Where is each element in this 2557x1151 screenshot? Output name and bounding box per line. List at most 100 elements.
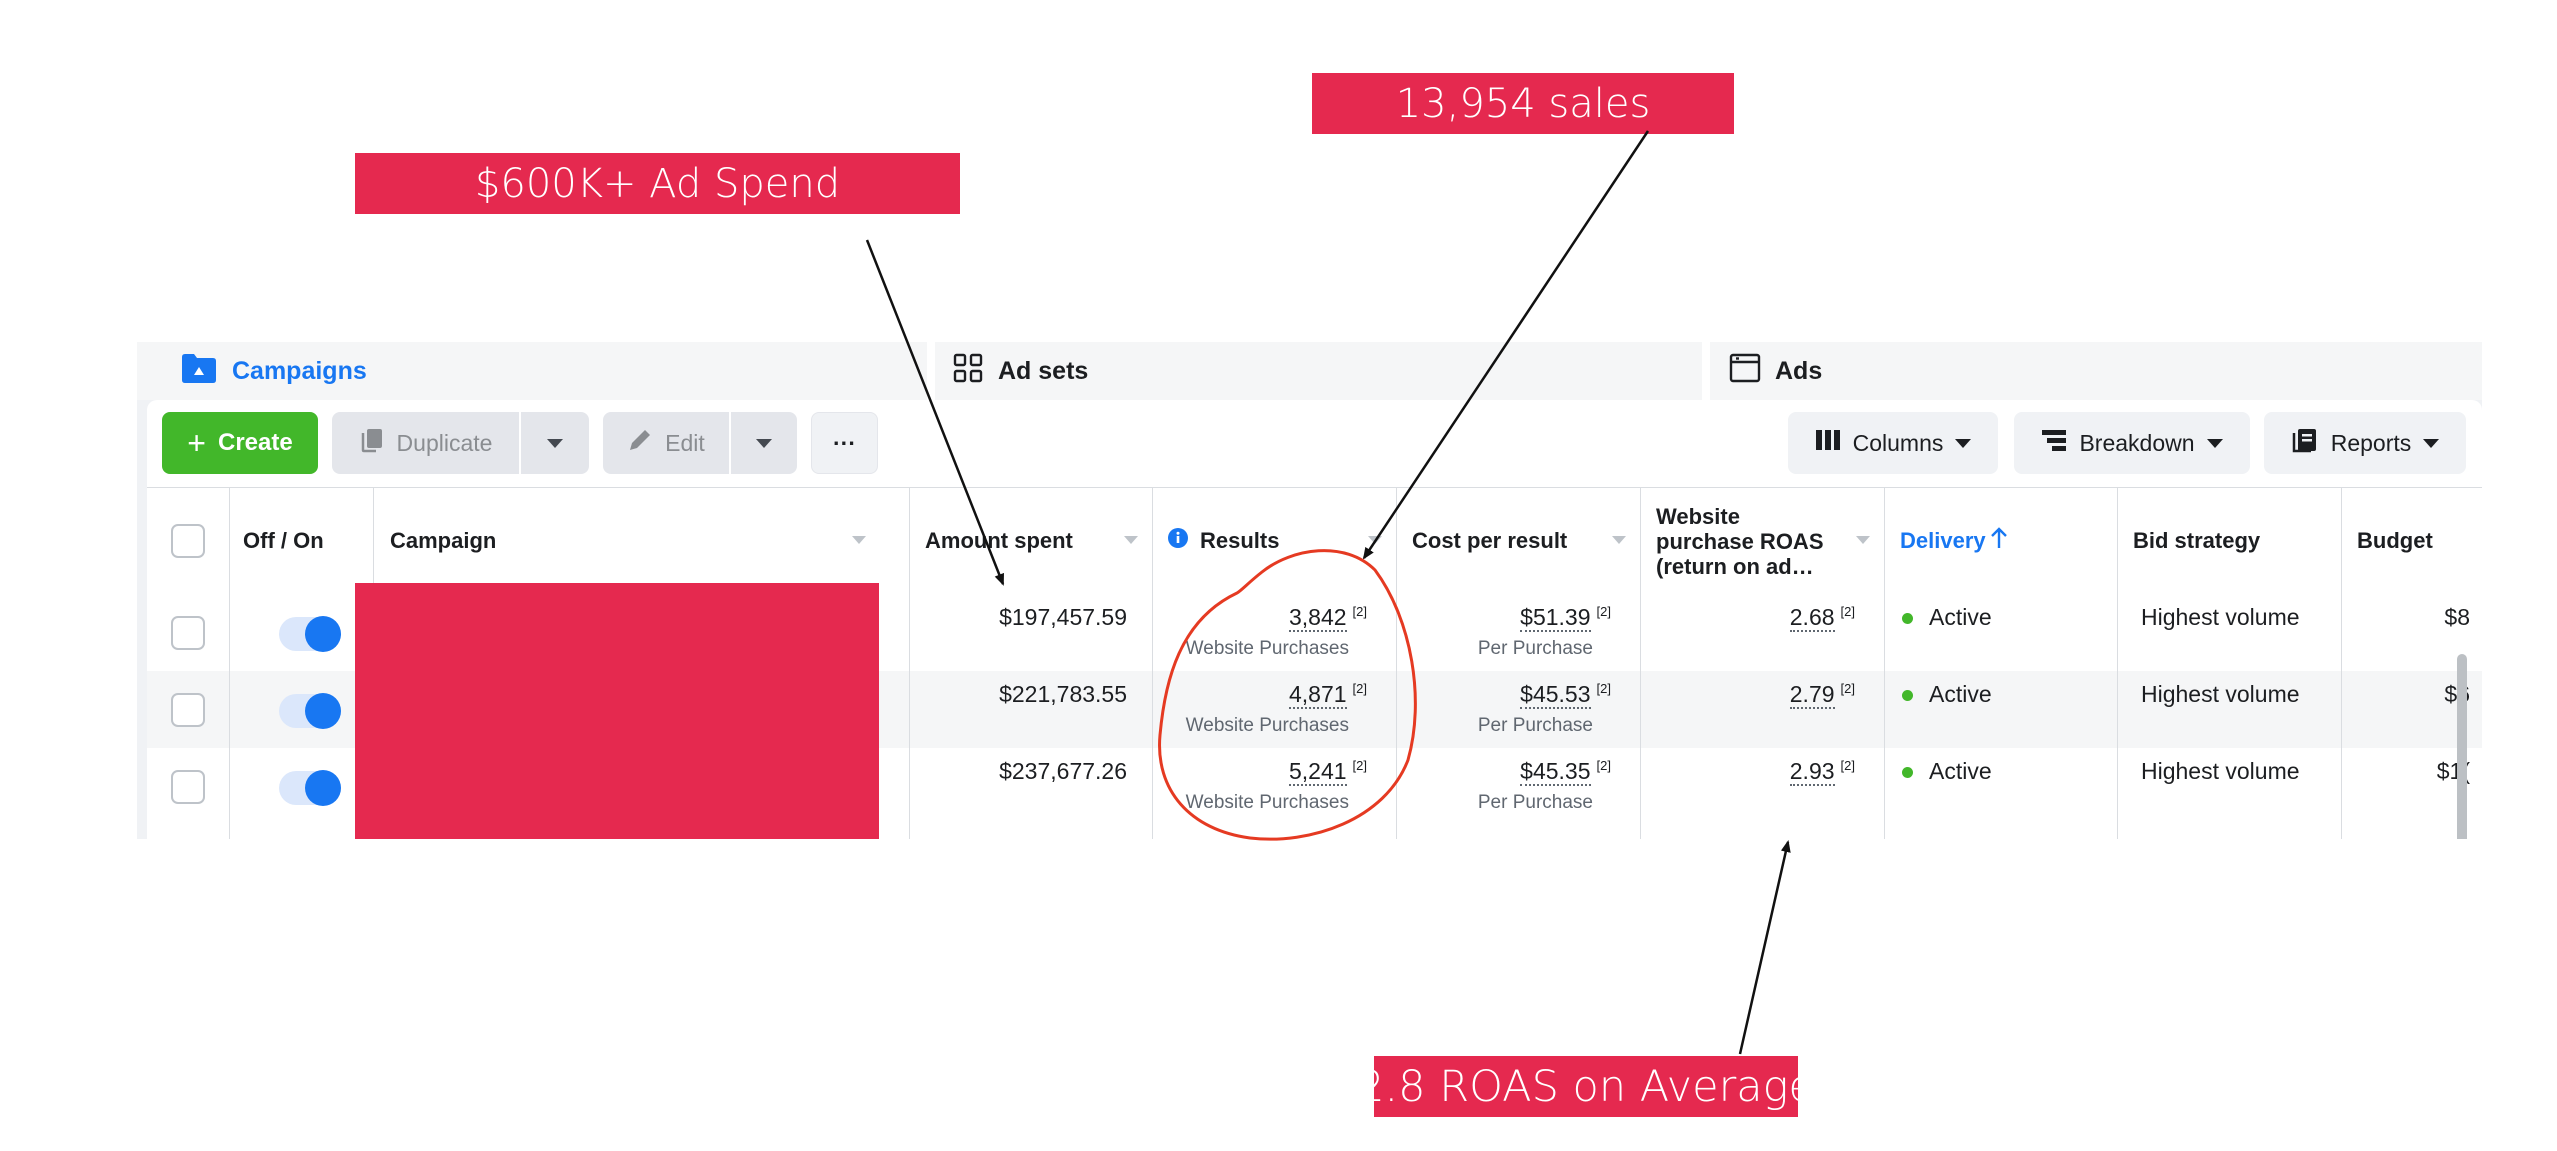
- ads-window-icon: [1729, 352, 1761, 391]
- results-value[interactable]: 4,871 [2]: [1288, 681, 1367, 709]
- tab-campaigns[interactable]: Campaigns: [180, 342, 367, 400]
- sort-icon: [1612, 536, 1626, 544]
- amount-spent-value: $221,783.55: [999, 681, 1127, 707]
- header-budget-label: Budget: [2357, 528, 2433, 553]
- active-status-dot: [1902, 767, 1913, 779]
- duplicate-button[interactable]: Duplicate: [332, 412, 519, 474]
- toggle-knob: [305, 693, 341, 729]
- active-status-dot: [1902, 690, 1913, 702]
- ad-sets-grid-icon: [952, 352, 984, 391]
- toggle-knob: [305, 770, 341, 806]
- header-bid-strategy[interactable]: Bid strategy: [2117, 488, 2341, 594]
- column-divider: [2341, 487, 2342, 839]
- cost-ref: [2]: [1596, 758, 1611, 774]
- reports-label: Reports: [2330, 429, 2412, 456]
- tab-ads[interactable]: Ads: [1729, 342, 1822, 400]
- header-roas-line: Website: [1656, 503, 1740, 529]
- header-budget[interactable]: Budget: [2341, 488, 2482, 594]
- results-value[interactable]: 5,241 [2]: [1288, 758, 1367, 786]
- cost-per-result-value[interactable]: $45.53 [2]: [1520, 681, 1611, 709]
- ad-spend-callout: $600K+ Ad Spend: [355, 153, 960, 214]
- header-campaign[interactable]: Campaign: [374, 488, 880, 594]
- sort-icon: [1856, 536, 1870, 544]
- chevron-down-icon: [547, 438, 563, 448]
- row-checkbox[interactable]: [171, 616, 205, 650]
- tab-divider: [1702, 342, 1710, 400]
- select-all-checkbox[interactable]: [171, 524, 205, 558]
- level-tabs: Campaigns Ad sets Ads: [137, 342, 2482, 400]
- edit-dropdown-button[interactable]: [731, 412, 797, 474]
- create-button[interactable]: + Create: [162, 412, 318, 474]
- results-ref: [2]: [1352, 604, 1367, 620]
- columns-button[interactable]: Columns: [1788, 412, 1998, 474]
- tab-ad-sets-label: Ad sets: [998, 356, 1089, 385]
- duplicate-dropdown-button[interactable]: [521, 412, 589, 474]
- edit-button[interactable]: Edit: [603, 412, 729, 474]
- header-website-purchase-roas[interactable]: Website purchase ROAS (return on ad…: [1640, 488, 1884, 594]
- roas-arrow: [1738, 840, 1791, 1055]
- header-cost-per-result[interactable]: Cost per result: [1396, 488, 1640, 594]
- more-icon: ···: [833, 429, 856, 456]
- delivery-status: Active: [1902, 604, 1992, 631]
- more-options-button[interactable]: ···: [811, 412, 878, 474]
- sort-icon: [1124, 536, 1138, 544]
- columns-icon: [1815, 428, 1841, 458]
- cost-per-result-value[interactable]: $45.35 [2]: [1520, 758, 1611, 786]
- cost-type: Per Purchase: [1477, 792, 1593, 813]
- reports-button[interactable]: Reports: [2264, 412, 2466, 474]
- header-bid-strategy-label: Bid strategy: [2133, 528, 2261, 553]
- roas-value[interactable]: 2.79 [2]: [1789, 681, 1855, 709]
- ads-manager-panel: Campaigns Ad sets Ads + Create Duplicate: [137, 342, 2482, 839]
- budget-value: $8: [2444, 604, 2470, 630]
- active-status-dot: [1902, 613, 1913, 625]
- sales-callout: 13,954 sales: [1312, 73, 1734, 134]
- results-value[interactable]: 3,842 [2]: [1288, 604, 1367, 632]
- cost-type: Per Purchase: [1477, 638, 1593, 659]
- roas-ref: [2]: [1840, 758, 1855, 774]
- cost-per-result-value[interactable]: $51.39 [2]: [1520, 604, 1611, 632]
- tabs-background: [137, 342, 2482, 400]
- column-divider: [1152, 487, 1153, 839]
- header-roas-line: (return on ad…: [1656, 553, 1814, 579]
- campaign-toggle[interactable]: [279, 616, 341, 652]
- edit-label: Edit: [665, 429, 705, 456]
- header-results-label: Results: [1200, 528, 1280, 553]
- tab-ad-sets[interactable]: Ad sets: [952, 342, 1088, 400]
- delivery-status: Active: [1902, 758, 1992, 785]
- roas-ref: [2]: [1840, 681, 1855, 697]
- table-header: Off / On Campaign Amount spent Results C…: [147, 487, 2482, 595]
- vertical-scrollbar[interactable]: [2457, 654, 2467, 839]
- header-delivery[interactable]: Delivery: [1884, 488, 2117, 594]
- amount-spent-value: $197,457.59: [999, 604, 1127, 630]
- cost-number: $51.39: [1520, 604, 1591, 632]
- info-icon: [1168, 528, 1188, 554]
- sort-ascending-icon: [1990, 527, 2008, 555]
- delivery-label: Active: [1929, 758, 1992, 784]
- cost-type: Per Purchase: [1477, 715, 1593, 736]
- duplicate-label: Duplicate: [396, 429, 493, 456]
- header-amount-spent[interactable]: Amount spent: [909, 488, 1152, 594]
- results-number: 4,871: [1288, 681, 1347, 709]
- results-type: Website Purchases: [1185, 638, 1349, 659]
- roas-number: 2.79: [1789, 681, 1835, 709]
- campaign-toggle[interactable]: [279, 693, 341, 729]
- cost-ref: [2]: [1596, 681, 1611, 697]
- row-checkbox[interactable]: [171, 693, 205, 727]
- roas-ref: [2]: [1840, 604, 1855, 620]
- roas-value[interactable]: 2.93 [2]: [1789, 758, 1855, 786]
- column-divider: [1884, 487, 1885, 839]
- column-divider: [2117, 487, 2118, 839]
- campaign-toggle[interactable]: [279, 770, 341, 806]
- reports-icon: [2291, 427, 2319, 459]
- header-off-on-label: Off / On: [243, 528, 324, 553]
- breakdown-icon: [2041, 428, 2067, 458]
- header-cost-per-result-label: Cost per result: [1412, 528, 1568, 553]
- row-checkbox[interactable]: [171, 770, 205, 804]
- sort-icon: [1368, 536, 1382, 544]
- create-label: Create: [217, 429, 293, 456]
- delivery-status: Active: [1902, 681, 1992, 708]
- chevron-down-icon: [2423, 438, 2440, 448]
- header-results[interactable]: Results: [1152, 488, 1396, 594]
- breakdown-button[interactable]: Breakdown: [2014, 412, 2250, 474]
- roas-value[interactable]: 2.68 [2]: [1789, 604, 1855, 632]
